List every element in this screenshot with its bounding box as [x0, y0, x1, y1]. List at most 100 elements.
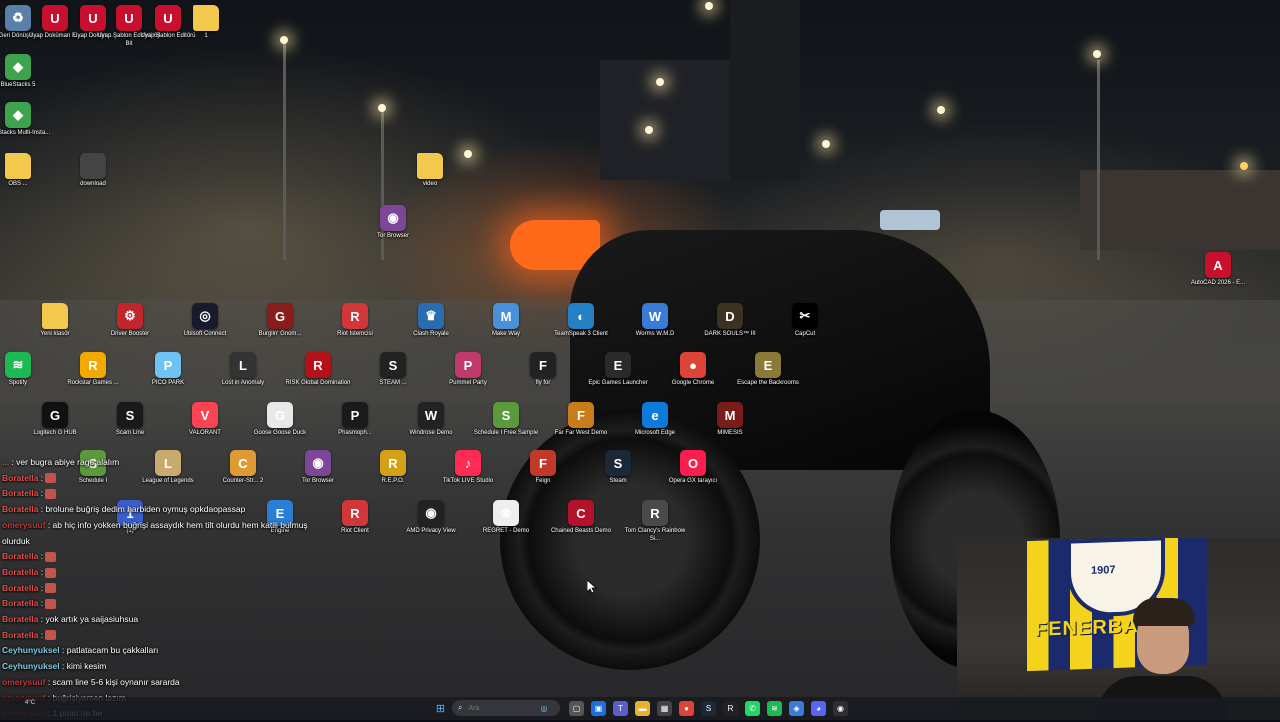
spotify-icon[interactable]: ≋: [767, 701, 782, 716]
game-icon: S: [117, 402, 143, 428]
desktop-shortcut[interactable]: R Riot İstemcisi: [320, 303, 390, 339]
stream-chat-overlay: ... : ver bugra abiye rage alalım Boratel…: [2, 455, 422, 722]
chrome-icon: ●: [680, 352, 706, 378]
whatsapp-icon[interactable]: ✆: [745, 701, 760, 716]
taskbar-search[interactable]: ⌕ ◎: [452, 700, 560, 716]
desktop-shortcut[interactable]: O Opera GX tarayıcı: [658, 450, 728, 486]
desktop-shortcut[interactable]: Ffly for: [508, 352, 578, 388]
chat-message: omerysuuf : scam line 5-6 kişi oynanır s…: [2, 675, 422, 691]
chat-emote-icon: [45, 599, 57, 610]
desktop-shortcut[interactable]: download: [58, 153, 128, 189]
desktop-shortcut-label: AutoCAD 2026 - E...: [1190, 280, 1246, 286]
street-lamp: [280, 36, 288, 44]
desktop-shortcut[interactable]: L Lost in Anomaly: [208, 352, 278, 388]
desktop-shortcut[interactable]: G Logitech G HUB: [20, 402, 90, 438]
chat-text: :: [38, 472, 46, 483]
desktop-shortcut[interactable]: C Chained Beasts Demo: [546, 500, 616, 536]
desktop-shortcut[interactable]: OBS ...: [0, 153, 53, 189]
chat-username: Boratella: [2, 582, 39, 593]
desktop-shortcut[interactable]: W Worms W.M.D: [620, 303, 690, 339]
desktop-shortcut[interactable]: G Burglin' Gnom...: [245, 303, 315, 339]
desktop-shortcut[interactable]: P Phasmoph...: [320, 402, 390, 438]
desktop-shortcut[interactable]: E Escape the Backrooms: [733, 352, 803, 388]
copilot-icon[interactable]: ◎: [540, 704, 547, 713]
desktop-shortcut[interactable]: ✂ CapCut: [770, 303, 840, 339]
spotify-icon: ≋: [5, 352, 31, 378]
rockstar-icon[interactable]: R: [723, 701, 738, 716]
desktop-shortcut[interactable]: ≋ Spotify: [0, 352, 53, 388]
desktop-shortcut[interactable]: ♪ TikTok LIVE Studio: [433, 450, 503, 486]
desktop-shortcut[interactable]: S Schedule I Free Sample: [471, 402, 541, 438]
desktop-shortcut[interactable]: Yeni klasör: [20, 303, 90, 339]
desktop-shortcut[interactable]: V VALORANT: [170, 402, 240, 438]
desktop-shortcut-label: Riot İstemcisi: [337, 331, 373, 337]
desktop-shortcut[interactable]: ◆ BlueStacks 5: [0, 54, 53, 90]
desktop-shortcut[interactable]: F Feign: [508, 450, 578, 486]
desktop-shortcut[interactable]: ◎ Ubisoft Connect: [170, 303, 240, 339]
desktop-shortcut[interactable]: W Windrose Demo: [396, 402, 466, 438]
desktop-shortcut[interactable]: ♛ Clash Royale: [396, 303, 466, 339]
game-icon: S: [493, 402, 519, 428]
desktop-shortcut[interactable]: video: [395, 153, 465, 189]
desktop-shortcut-label: Clash Royale: [413, 331, 449, 337]
desktop-shortcut-label: Tom Clancy's Rainbow Si...: [624, 528, 686, 542]
desktop-shortcut[interactable]: ⚙ Driver Booster: [95, 303, 165, 339]
desktop-shortcut[interactable]: E Epic Games Launcher: [583, 352, 653, 388]
chat-emote-icon: [45, 630, 57, 641]
task-view-icon[interactable]: ▢: [569, 701, 584, 716]
folder-icon: [417, 153, 443, 179]
desktop-shortcut[interactable]: M Make Way: [471, 303, 541, 339]
game-icon: R: [642, 500, 668, 526]
riot-icon: R: [342, 303, 368, 329]
obs-icon[interactable]: ◉: [833, 701, 848, 716]
desktop-shortcut[interactable]: M MIMESIS: [695, 402, 765, 438]
desktop-shortcut[interactable]: F Far Far West Demo: [546, 402, 616, 438]
desktop-shortcut[interactable]: R RISK Global Domination: [283, 352, 353, 388]
desktop-shortcut[interactable]: P PICO PARK: [133, 352, 203, 388]
driver-booster-icon: ⚙: [117, 303, 143, 329]
flag-year: 1907: [1091, 564, 1116, 577]
desktop-shortcut[interactable]: ● Google Chrome: [658, 352, 728, 388]
desktop-shortcut[interactable]: R Tom Clancy's Rainbow Si...: [620, 500, 690, 543]
app-icon[interactable]: ◈: [789, 701, 804, 716]
background-house: [1080, 170, 1280, 250]
desktop-shortcut-label: TeamSpeak 3 Client: [554, 331, 608, 337]
desktop-shortcut[interactable]: S Steam: [583, 450, 653, 486]
desktop-shortcut-label: Logitech G HUB: [33, 430, 77, 436]
desktop-shortcut[interactable]: 1: [171, 5, 241, 41]
desktop-shortcut[interactable]: ◐ TeamSpeak 3 Client: [546, 303, 616, 339]
desktop-shortcut-label: Yeni klasör: [40, 331, 70, 337]
search-input[interactable]: [466, 703, 541, 713]
clash-royale-icon: ♛: [418, 303, 444, 329]
desktop-shortcut-label: Burglin' Gnom...: [258, 331, 302, 337]
desktop-shortcut[interactable]: ⊗ REGRET - Demo: [471, 500, 541, 536]
desktop-shortcut[interactable]: S STEAM ...: [358, 352, 428, 388]
calculator-icon[interactable]: ▦: [657, 701, 672, 716]
game-icon: P: [155, 352, 181, 378]
desktop-shortcut[interactable]: A AutoCAD 2026 - E...: [1183, 252, 1253, 288]
desktop-shortcut[interactable]: ◆ BlueStacks Multi-Insta...: [0, 102, 53, 138]
steam-icon[interactable]: S: [701, 701, 716, 716]
game-icon: P: [455, 352, 481, 378]
tiktok-icon: ♪: [455, 450, 481, 476]
desktop-shortcut[interactable]: P Pummel Party: [433, 352, 503, 388]
chat-emote-icon: [45, 473, 57, 484]
desktop-shortcut[interactable]: ◉ Tor Browser: [358, 205, 428, 241]
chat-message: Boratella :: [2, 628, 422, 644]
chrome-icon[interactable]: ●: [679, 701, 694, 716]
weather-widget[interactable]: 4°C: [25, 700, 35, 706]
desktop-shortcut[interactable]: R Rockstar Games ...: [58, 352, 128, 388]
desktop-shortcut[interactable]: e Microsoft Edge: [620, 402, 690, 438]
store-icon[interactable]: ▣: [591, 701, 606, 716]
desktop-shortcut[interactable]: S Scam Line: [95, 402, 165, 438]
file-explorer-icon[interactable]: ▬: [635, 701, 650, 716]
teams-icon[interactable]: T: [613, 701, 628, 716]
start-icon[interactable]: ⊞: [433, 701, 448, 716]
epic-games-icon: E: [605, 352, 631, 378]
game-icon: G: [267, 402, 293, 428]
desktop-shortcut[interactable]: G Goose Goose Duck: [245, 402, 315, 438]
desktop-shortcut-label: Scam Line: [115, 430, 145, 436]
desktop-shortcut[interactable]: D DARK SOULS™ III: [695, 303, 765, 339]
discord-icon[interactable]: ◕: [811, 701, 826, 716]
street-lamp: [822, 140, 830, 148]
